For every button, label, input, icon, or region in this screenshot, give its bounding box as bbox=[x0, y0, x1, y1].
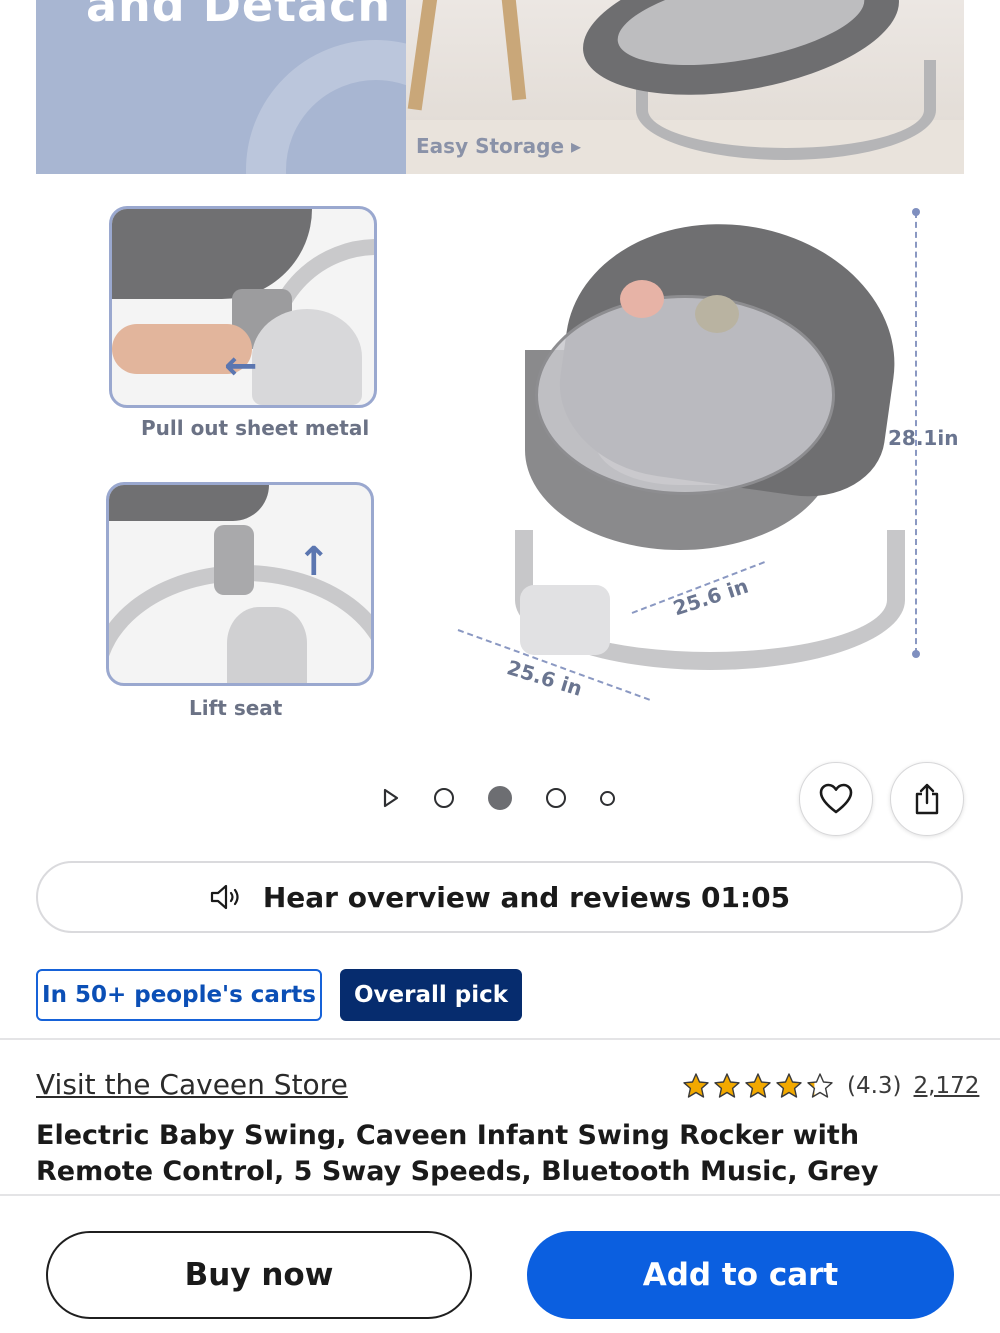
star-full-icon bbox=[776, 1073, 802, 1098]
add-to-cart-button[interactable]: Add to cart bbox=[527, 1231, 954, 1319]
rating-summary[interactable]: (4.3) 2,172 bbox=[682, 1068, 979, 1104]
carousel-dot-active[interactable] bbox=[488, 786, 512, 810]
carousel-dot[interactable] bbox=[600, 790, 615, 806]
product-title: Electric Baby Swing, Caveen Infant Swing… bbox=[36, 1120, 879, 1187]
bear-toy bbox=[695, 295, 739, 333]
product-page: and Detach Easy Storage ▸ ← Pull out she… bbox=[0, 0, 1000, 1333]
banner-photo: Easy Storage ▸ bbox=[406, 0, 964, 174]
motor-control-panel bbox=[520, 585, 610, 655]
store-link[interactable]: Visit the Caveen Store bbox=[36, 1068, 348, 1101]
connector bbox=[214, 525, 254, 595]
star-full-icon bbox=[745, 1073, 771, 1098]
detail-image-lift-seat: ↑ bbox=[106, 482, 374, 686]
overall-pick-badge: Overall pick bbox=[340, 969, 522, 1021]
carousel-dot[interactable] bbox=[546, 788, 566, 808]
product-image-gallery[interactable]: and Detach Easy Storage ▸ ← Pull out she… bbox=[0, 0, 1000, 760]
audio-overview-label: Hear overview and reviews 01:05 bbox=[262, 880, 791, 914]
mosquito-net bbox=[535, 295, 835, 495]
carousel-dot[interactable] bbox=[434, 788, 454, 808]
arrow-up-icon: ↑ bbox=[297, 539, 331, 585]
banner-heading: and Detach bbox=[86, 0, 392, 32]
detail-caption-pull-out: Pull out sheet metal bbox=[141, 416, 370, 440]
share-icon bbox=[915, 783, 939, 815]
bird-toy bbox=[620, 280, 664, 318]
review-count-link[interactable]: 2,172 bbox=[914, 1073, 980, 1099]
heart-icon bbox=[819, 783, 853, 814]
star-partial-icon bbox=[807, 1073, 833, 1098]
favorite-button[interactable] bbox=[799, 762, 873, 836]
buy-now-button[interactable]: Buy now bbox=[46, 1231, 472, 1319]
carousel-indicator bbox=[380, 784, 649, 812]
storage-label: Easy Storage ▸ bbox=[416, 134, 582, 158]
detail-caption-lift-seat: Lift seat bbox=[189, 696, 283, 720]
star-full-icon bbox=[714, 1073, 740, 1098]
motor-housing bbox=[252, 309, 362, 405]
arrow-left-icon: ← bbox=[224, 343, 258, 389]
seat-fabric bbox=[109, 485, 269, 521]
audio-overview-button[interactable]: Hear overview and reviews 01:05 bbox=[36, 861, 963, 933]
decorative-arc bbox=[246, 40, 406, 174]
seat-fabric bbox=[112, 209, 312, 299]
rating-value: (4.3) bbox=[847, 1073, 902, 1099]
furniture-leg bbox=[407, 0, 439, 111]
banner-text-panel: and Detach bbox=[36, 0, 406, 174]
play-icon[interactable] bbox=[380, 787, 402, 809]
footer-divider bbox=[0, 1194, 1000, 1196]
star-rating bbox=[682, 1072, 837, 1100]
height-dimension-label: 28.1in bbox=[888, 426, 959, 450]
motor-housing bbox=[227, 607, 307, 683]
carts-badge: In 50+ people's carts bbox=[36, 969, 322, 1021]
star-full-icon bbox=[683, 1073, 709, 1098]
detail-image-pull-out: ← bbox=[109, 206, 377, 408]
share-button[interactable] bbox=[890, 762, 964, 836]
furniture-leg bbox=[499, 0, 527, 101]
speaker-icon bbox=[210, 884, 239, 910]
section-divider bbox=[0, 1038, 1000, 1040]
